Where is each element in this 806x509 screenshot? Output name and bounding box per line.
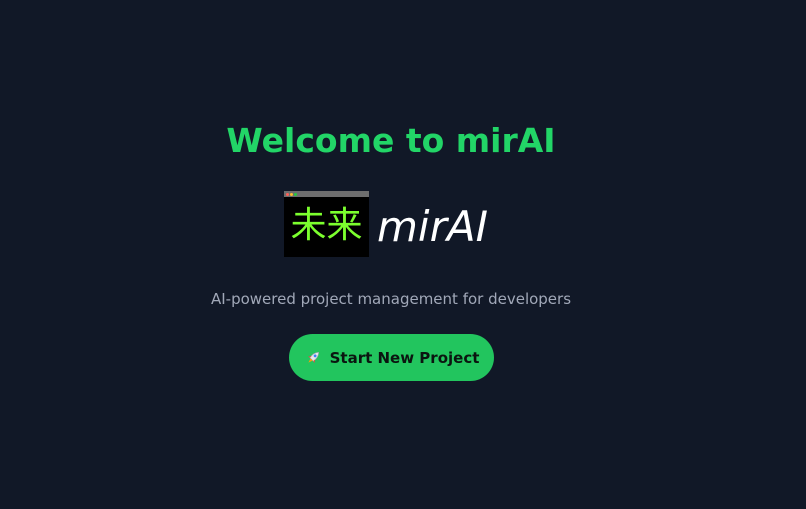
start-new-project-label: Start New Project: [329, 348, 480, 367]
logo-terminal-window: 未来: [284, 191, 369, 257]
rocket-icon: [304, 349, 322, 367]
mirai-logo: 未来 mirAI: [284, 191, 488, 257]
window-dot-yellow: [290, 192, 293, 196]
window-dot-red: [286, 192, 289, 196]
logo-window-titlebar: [284, 191, 369, 197]
window-dot-green: [294, 192, 297, 196]
logo-wordmark: mirAI: [377, 202, 488, 251]
start-new-project-button[interactable]: Start New Project: [289, 334, 494, 381]
logo-kanji: 未来: [290, 205, 363, 246]
page-title: Welcome to mirAI: [226, 121, 556, 160]
tagline: AI-powered project management for develo…: [210, 290, 572, 308]
welcome-page: Welcome to mirAI 未来 mirAI AI-powered pro…: [0, 0, 806, 509]
